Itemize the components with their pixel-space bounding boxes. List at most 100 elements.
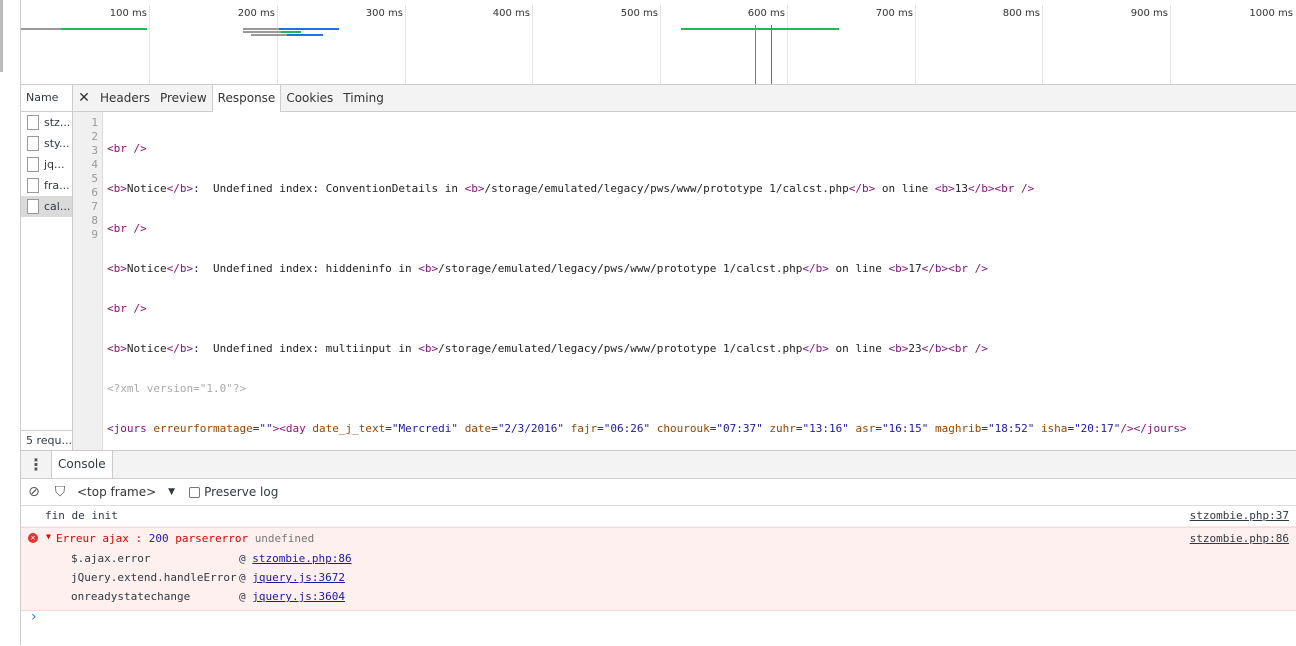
- request-list: Name stz... sty... jq... fra... cal... 5…: [21, 85, 73, 450]
- stack-at: @: [239, 590, 253, 603]
- stack-function: $.ajax.error: [71, 552, 151, 565]
- line-number: 5: [91, 172, 98, 185]
- timeline-gridline: [660, 5, 661, 84]
- log-source-link[interactable]: stzombie.php:37: [1190, 506, 1289, 526]
- timeline-gridline: [1042, 5, 1043, 84]
- timeline-bar-style: [279, 28, 339, 30]
- filter-icon[interactable]: ⛉: [47, 484, 73, 500]
- timeline-tick-label: 200 ms: [237, 8, 275, 19]
- request-row-stzombie[interactable]: stz...: [21, 112, 72, 133]
- stack-link[interactable]: jquery.js:3604: [252, 590, 345, 603]
- line-number: 9: [91, 228, 98, 241]
- request-count-summary: 5 requ...: [21, 430, 72, 450]
- request-name: cal...: [44, 200, 71, 213]
- error-detail: undefined: [254, 532, 315, 545]
- code-line: <br />: [107, 302, 147, 315]
- console-drawer: ⋮ Console ⊘ ⛉ <top frame> ▼ Preserve log…: [21, 450, 1296, 646]
- request-row-frame[interactable]: fra...: [21, 175, 72, 196]
- stack-frame: $.ajax.error @ stzombie.php:86: [71, 549, 352, 568]
- line-number: 8: [91, 214, 98, 227]
- file-icon: [27, 157, 39, 172]
- request-name: jq...: [44, 158, 65, 171]
- console-prompt[interactable]: ›: [31, 609, 37, 625]
- stack-frame: onreadystatechange @ jquery.js:3604: [71, 587, 345, 606]
- chevron-down-icon[interactable]: ▼: [168, 487, 175, 497]
- preserve-log-label: Preserve log: [204, 485, 279, 499]
- error-icon: ✕: [28, 533, 38, 543]
- file-icon: [27, 199, 39, 214]
- expand-triangle-icon[interactable]: ▼: [46, 532, 51, 541]
- request-row-jquery[interactable]: jq...: [21, 154, 72, 175]
- timeline-tick-label: 500 ms: [620, 8, 658, 19]
- console-error-entry: ✕ ▼ Erreur ajax : 200 parsererror undefi…: [21, 527, 1296, 611]
- tab-preview[interactable]: Preview: [155, 85, 212, 111]
- timeline-bar-stzombie-wait: [21, 28, 61, 30]
- line-number: 6: [91, 186, 98, 199]
- line-number: 2: [91, 130, 98, 143]
- line-number-gutter: 1 2 3 4 5 6 7 8 9: [73, 112, 103, 450]
- stack-at: @: [239, 571, 253, 584]
- error-source-link[interactable]: stzombie.php:86: [1190, 532, 1289, 545]
- stack-link[interactable]: jquery.js:3672: [252, 571, 345, 584]
- page-edge-mark: [0, 0, 3, 72]
- line-number: 3: [91, 144, 98, 157]
- line-number: 7: [91, 200, 98, 213]
- timeline-tick-label: 900 ms: [1130, 8, 1168, 19]
- frame-selector[interactable]: <top frame>: [77, 485, 156, 499]
- preserve-log-option[interactable]: Preserve log: [189, 485, 278, 499]
- timeline-bar-stzombie: [61, 28, 147, 30]
- name-column-header[interactable]: Name: [21, 85, 72, 112]
- tab-console[interactable]: Console: [51, 451, 113, 478]
- timeline-gridline: [532, 5, 533, 84]
- console-log-entry: fin de init stzombie.php:37: [21, 506, 1296, 527]
- preserve-log-checkbox[interactable]: [189, 486, 201, 498]
- tab-response[interactable]: Response: [211, 84, 282, 112]
- file-icon: [27, 115, 39, 130]
- timeline-bar-frame: [287, 34, 323, 36]
- timeline-gridline: [277, 5, 278, 84]
- more-vertical-icon[interactable]: ⋮: [21, 455, 51, 474]
- stack-function: jQuery.extend.handleError: [71, 571, 237, 584]
- timeline-load-marker: [755, 25, 756, 84]
- file-icon: [27, 136, 39, 151]
- request-row-style[interactable]: sty...: [21, 133, 72, 154]
- code-line: <b>Notice</b>: Undefined index: hiddenin…: [107, 262, 988, 275]
- clear-console-icon[interactable]: ⊘: [21, 484, 47, 500]
- request-detail: ✕ Headers Preview Response Cookies Timin…: [73, 84, 1296, 450]
- tab-headers[interactable]: Headers: [95, 85, 155, 111]
- timeline-gridline: [915, 5, 916, 84]
- request-panel: Name stz... sty... jq... fra... cal... 5…: [21, 84, 1296, 450]
- code-line: <jours erreurformatage=""><day date_j_te…: [107, 422, 1187, 435]
- tab-timing[interactable]: Timing: [338, 85, 389, 111]
- timeline-gridline: [787, 5, 788, 84]
- error-message: Erreur ajax : 200 parsererror undefined: [56, 532, 314, 545]
- error-prefix: Erreur ajax :: [56, 532, 149, 545]
- code-line: <?xml version="1.0"?>: [107, 382, 247, 395]
- code-line: <br />: [107, 142, 147, 155]
- line-number: 4: [91, 158, 98, 171]
- timeline-tick-label: 1000 ms: [1249, 8, 1293, 19]
- code-line: <b>Notice</b>: Undefined index: Conventi…: [107, 182, 1035, 195]
- timeline-tick-label: 300 ms: [365, 8, 403, 19]
- console-toolbar: ⊘ ⛉ <top frame> ▼ Preserve log: [21, 479, 1296, 506]
- network-timeline[interactable]: 100 ms 200 ms 300 ms 400 ms 500 ms 600 m…: [21, 0, 1296, 85]
- timeline-bar-calcst: [681, 28, 839, 30]
- file-icon: [27, 178, 39, 193]
- code-line: <br />: [107, 222, 147, 235]
- stack-function: onreadystatechange: [71, 590, 191, 603]
- request-name: sty...: [44, 137, 70, 150]
- timeline-tick-label: 800 ms: [1002, 8, 1040, 19]
- tab-cookies[interactable]: Cookies: [281, 85, 338, 111]
- timeline-gridline: [149, 5, 150, 84]
- devtools-panel: 100 ms 200 ms 300 ms 400 ms 500 ms 600 m…: [20, 0, 1296, 645]
- stack-frame: jQuery.extend.handleError @ jquery.js:367…: [71, 568, 345, 587]
- timeline-gridline: [1170, 5, 1171, 84]
- line-number: 1: [91, 116, 98, 129]
- error-code: 200: [148, 532, 169, 545]
- request-name: fra...: [44, 179, 70, 192]
- close-icon[interactable]: ✕: [73, 90, 95, 106]
- response-viewer[interactable]: 1 2 3 4 5 6 7 8 9 <br /> <b>Notice</b>: …: [73, 112, 1296, 450]
- log-message: fin de init: [45, 509, 118, 522]
- request-row-calcst[interactable]: cal...: [21, 196, 72, 217]
- stack-link[interactable]: stzombie.php:86: [252, 552, 351, 565]
